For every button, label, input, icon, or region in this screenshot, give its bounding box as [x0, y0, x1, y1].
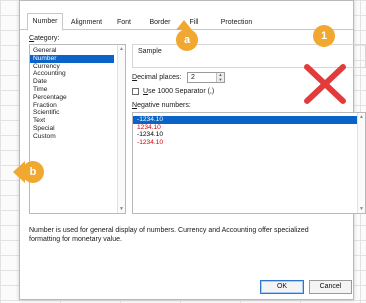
- negative-numbers-label-text: egative numbers:: [137, 102, 191, 109]
- decimal-places-stepper[interactable]: 2 ▲ ▼: [187, 72, 225, 83]
- tab-border[interactable]: Border: [144, 15, 176, 30]
- category-label: Category:: [29, 35, 59, 42]
- negative-format-option[interactable]: -1234.10: [133, 116, 357, 124]
- decimal-places-label: Decimal places:: [132, 74, 181, 81]
- negative-numbers-list[interactable]: -1234.10 1234.10 -1234.10 -1234.10 ▲ ▼: [132, 112, 366, 214]
- scroll-down-icon[interactable]: ▼: [359, 206, 364, 212]
- tab-alignment[interactable]: Alignment: [65, 15, 108, 30]
- format-description: Number is used for general display of nu…: [29, 226, 354, 244]
- spin-buttons[interactable]: ▲ ▼: [216, 72, 224, 83]
- negative-format-option[interactable]: -1234.10: [133, 139, 365, 147]
- category-item-date[interactable]: Date: [30, 78, 125, 86]
- thousands-separator-label[interactable]: Use 1000 Separator (,): [143, 88, 214, 95]
- separator-label-text: se 1000 Separator (,): [148, 88, 215, 95]
- category-item-fraction[interactable]: Fraction: [30, 102, 125, 110]
- ok-button[interactable]: OK: [260, 280, 304, 294]
- annotation-badge-1: 1: [313, 25, 335, 47]
- category-item-accounting[interactable]: Accounting: [30, 70, 125, 78]
- thousands-separator-checkbox[interactable]: [132, 88, 139, 95]
- category-item-text[interactable]: Text: [30, 117, 125, 125]
- scroll-up-icon[interactable]: ▲: [359, 114, 364, 120]
- tab-number[interactable]: Number: [27, 13, 63, 31]
- scroll-down-icon[interactable]: ▼: [119, 206, 124, 212]
- category-label-text: ategory:: [34, 35, 60, 42]
- category-item-scientific[interactable]: Scientific: [30, 109, 125, 117]
- category-scrollbar[interactable]: ▲ ▼: [117, 45, 125, 213]
- category-list[interactable]: General Number Currency Accounting Date …: [29, 44, 126, 214]
- description-line-1: Number is used for general display of nu…: [29, 227, 309, 234]
- category-item-percentage[interactable]: Percentage: [30, 94, 125, 102]
- negative-format-option[interactable]: 1234.10: [133, 124, 365, 132]
- spin-down-icon[interactable]: ▼: [217, 77, 224, 83]
- annotation-badge-a: a: [176, 29, 198, 51]
- scroll-up-icon[interactable]: ▲: [119, 46, 124, 52]
- category-item-special[interactable]: Special: [30, 125, 125, 133]
- negative-items: -1234.10 1234.10 -1234.10 -1234.10: [133, 113, 365, 146]
- annotation-badge-b: b: [22, 161, 44, 183]
- tab-font[interactable]: Font: [112, 15, 136, 30]
- tab-protection[interactable]: Protection: [214, 15, 259, 30]
- sample-label: Sample: [138, 48, 162, 55]
- category-items: General Number Currency Accounting Date …: [30, 45, 125, 141]
- cancel-button[interactable]: Cancel: [309, 280, 352, 294]
- negative-numbers-scrollbar[interactable]: ▲ ▼: [357, 113, 365, 213]
- category-item-time[interactable]: Time: [30, 86, 125, 94]
- negative-numbers-label: Negative numbers:: [132, 102, 191, 109]
- negative-format-option[interactable]: -1234.10: [133, 131, 365, 139]
- category-item-number[interactable]: Number: [30, 54, 114, 63]
- category-item-currency[interactable]: Currency: [30, 63, 125, 71]
- red-cross-icon: [304, 64, 346, 104]
- description-line-2: formatting for monetary value.: [29, 236, 122, 243]
- decimal-places-label-text: ecimal places:: [137, 74, 182, 81]
- category-item-general[interactable]: General: [30, 47, 125, 55]
- category-item-custom[interactable]: Custom: [30, 133, 125, 141]
- decimal-places-value[interactable]: 2: [191, 74, 195, 81]
